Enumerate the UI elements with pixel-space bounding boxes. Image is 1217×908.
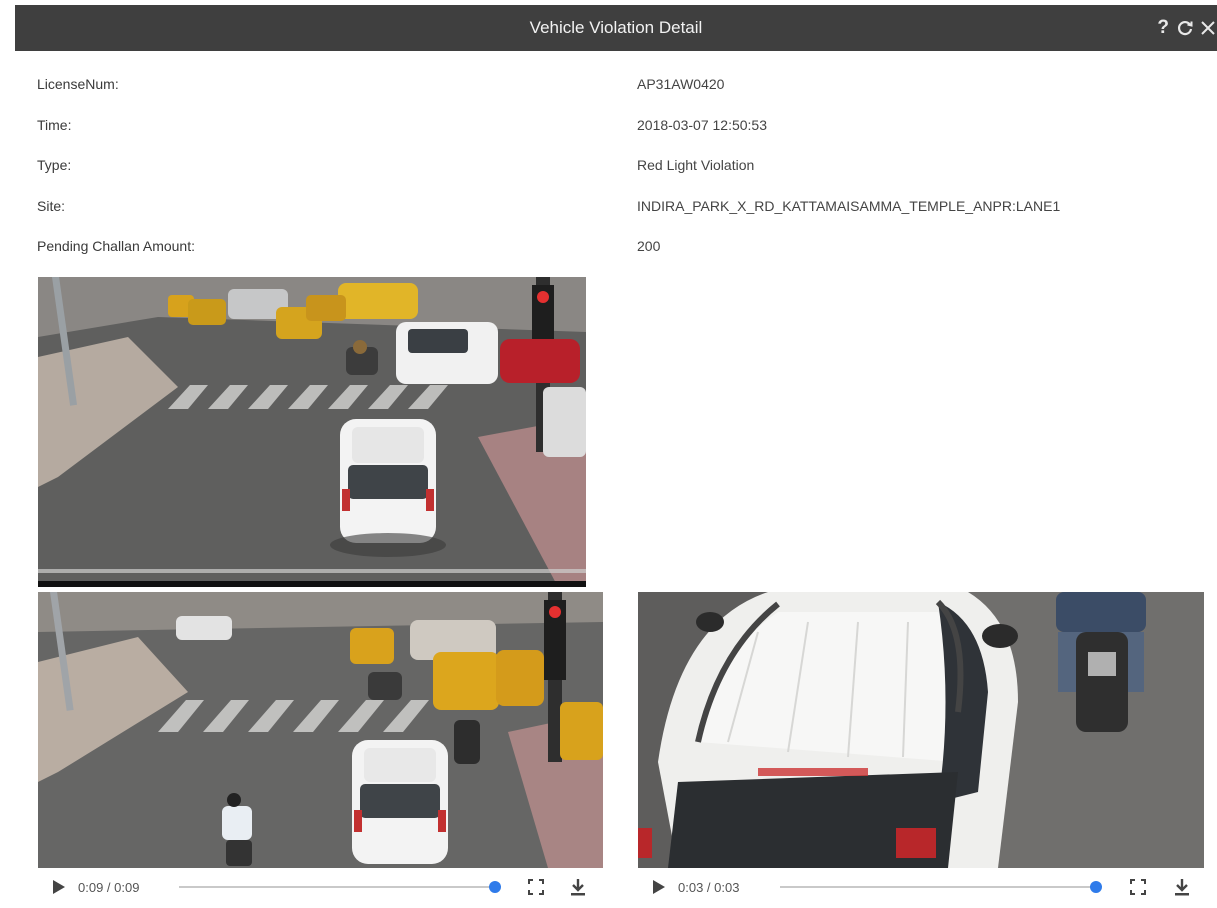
refresh-icon[interactable] (1176, 19, 1194, 37)
seek-thumb[interactable] (1090, 881, 1102, 893)
seek-thumb[interactable] (489, 881, 501, 893)
fullscreen-icon[interactable] (528, 869, 544, 905)
fullscreen-icon[interactable] (1130, 869, 1146, 905)
help-icon[interactable]: ? (1157, 5, 1169, 51)
closeup-video[interactable] (638, 592, 1204, 868)
video-time: 0:09 / 0:09 (78, 879, 140, 895)
download-icon[interactable] (1174, 869, 1190, 905)
seek-fill (780, 886, 1096, 888)
violation-snapshot-image (38, 277, 586, 587)
license-label: LicenseNum: (37, 76, 119, 92)
license-value: AP31AW0420 (637, 76, 725, 92)
seek-bar[interactable] (179, 869, 501, 905)
titlebar-actions: ? (1157, 5, 1215, 51)
type-value: Red Light Violation (637, 157, 755, 173)
type-label: Type: (37, 157, 72, 173)
challan-amount-label: Pending Challan Amount: (37, 238, 195, 254)
site-value: INDIRA_PARK_X_RD_KATTAMAISAMMA_TEMPLE_AN… (637, 198, 1061, 214)
seek-bar[interactable] (780, 869, 1102, 905)
play-icon[interactable] (652, 869, 672, 905)
overview-video[interactable] (38, 592, 603, 868)
time-label: Time: (37, 117, 72, 133)
video-time: 0:03 / 0:03 (678, 879, 740, 895)
seek-fill (179, 886, 495, 888)
time-value: 2018-03-07 12:50:53 (637, 117, 767, 133)
challan-amount-value: 200 (637, 238, 661, 254)
site-label: Site: (37, 198, 66, 214)
close-icon[interactable] (1201, 21, 1215, 35)
download-icon[interactable] (570, 869, 586, 905)
dialog-title: Vehicle Violation Detail (529, 18, 703, 37)
play-icon[interactable] (52, 869, 72, 905)
dialog-titlebar: Vehicle Violation Detail ? (15, 5, 1217, 51)
